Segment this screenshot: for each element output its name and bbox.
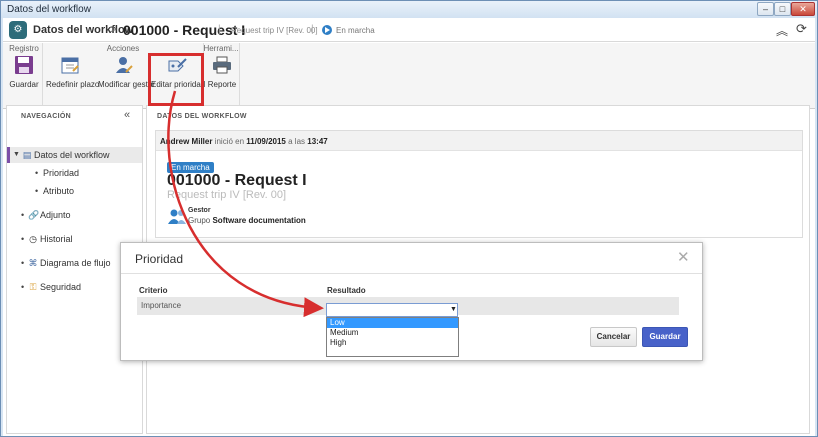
dialog-divider — [121, 273, 702, 274]
floppy-disk-icon — [15, 56, 33, 74]
report-button[interactable]: Reporte — [207, 55, 237, 105]
nav-label: Diagrama de flujo — [40, 258, 111, 268]
status-label: En marcha — [336, 26, 375, 35]
chevron-right-icon: > — [110, 22, 118, 36]
nav-label: Historial — [40, 234, 73, 244]
nav-item-workflow-data[interactable]: ▼ ▤ Datos del workflow — [7, 147, 142, 163]
nav-item-attachment[interactable]: • 🔗 Adjunto — [7, 207, 142, 223]
bullet-icon: • — [35, 168, 39, 178]
collapse-up-icon[interactable]: ︽ — [776, 22, 788, 39]
navigation-heading: NAVEGACIÓN — [21, 113, 71, 120]
group-label-registro: Registro — [9, 44, 39, 53]
select-options-list: Low Medium High — [326, 317, 459, 357]
collapse-panel-icon[interactable]: « — [124, 109, 130, 121]
record-subtitle: Request trip IV [Rev. 00] — [231, 26, 318, 35]
nav-label: Prioridad — [43, 168, 80, 178]
bullet-icon: • — [21, 258, 25, 268]
minimize-button[interactable]: – — [757, 2, 774, 16]
nav-item-attribute[interactable]: • Atributo — [7, 183, 142, 199]
started-info: Andrew Miller inició en 11/09/2015 a las… — [160, 137, 328, 146]
dialog-title: Prioridad — [135, 252, 184, 266]
record-title: 001000 - Request I — [167, 172, 307, 189]
calendar-icon — [61, 57, 79, 74]
column-header-criterio: Criterio — [139, 286, 168, 295]
option-medium[interactable]: Medium — [327, 328, 458, 338]
started-info-bar: Andrew Miller inició en 11/09/2015 a las… — [156, 131, 802, 151]
play-status-icon — [322, 25, 332, 35]
workflow-header: ⚙ Datos del workflow > 001000 - Request … — [3, 18, 815, 42]
header-divider: | — [218, 24, 221, 35]
priority-dialog: Prioridad ✕ Criterio Resultado Importanc… — [120, 242, 703, 361]
nav-label: Datos del workflow — [34, 150, 110, 160]
application-window: Datos del workflow – □ ✕ ⚙ Datos del wor… — [0, 0, 818, 437]
group-divider — [239, 43, 240, 109]
window-titlebar: Datos del workflow – □ ✕ — [1, 1, 817, 18]
started-user: Andrew Miller — [160, 137, 213, 146]
maximize-button[interactable]: □ — [774, 2, 791, 16]
nav-label: Atributo — [43, 186, 75, 196]
printer-icon — [213, 56, 231, 74]
bullet-icon: • — [21, 210, 25, 220]
save-button[interactable]: Guardar — [8, 55, 40, 105]
group-label-acciones: Acciones — [106, 44, 140, 53]
document-list-icon: ▤ — [22, 150, 32, 160]
workflow-card: Andrew Miller inició en 11/09/2015 a las… — [155, 130, 803, 238]
manager-group: Software documentation — [212, 216, 306, 225]
flowchart-icon: ⌘ — [28, 258, 38, 268]
panel-heading: DATOS DEL WORKFLOW — [157, 113, 247, 120]
key-icon: ⚿ — [29, 282, 37, 292]
save-button[interactable]: Guardar — [642, 327, 688, 347]
started-time: 13:47 — [307, 137, 328, 146]
result-select[interactable]: ▼ — [326, 303, 458, 317]
window-title: Datos del workflow — [7, 4, 91, 15]
report-label: Reporte — [207, 80, 237, 89]
option-low[interactable]: Low — [327, 318, 458, 328]
paperclip-icon: 🔗 — [28, 210, 40, 220]
refresh-icon[interactable]: ⟳ — [796, 21, 807, 37]
nav-label: Seguridad — [40, 282, 82, 292]
cancel-button[interactable]: Cancelar — [590, 327, 637, 347]
group-users-icon — [168, 209, 186, 224]
dropdown-arrow-icon[interactable]: ▼ — [450, 306, 457, 313]
redefine-deadline-button[interactable]: Redefinir plazo — [46, 55, 100, 105]
record-title: 001000 - Request I — [123, 22, 246, 38]
manager-value: Grupo Software documentation — [188, 216, 306, 225]
bullet-icon: • — [21, 282, 25, 292]
manager-prefix: Grupo — [188, 216, 211, 225]
window-client: ⚙ Datos del workflow > 001000 - Request … — [3, 18, 815, 436]
close-icon[interactable]: ✕ — [677, 248, 690, 266]
close-window-button[interactable]: ✕ — [791, 2, 815, 16]
header-title: Datos del workflow — [33, 24, 134, 36]
record-subtitle: Request trip IV [Rev. 00] — [167, 189, 287, 201]
criterion-cell: Importance — [141, 301, 182, 310]
started-date: 11/09/2015 — [246, 137, 286, 146]
user-edit-icon — [116, 57, 133, 73]
column-header-resultado: Resultado — [327, 286, 366, 295]
group-label-herramientas: Herrami... — [203, 44, 239, 53]
modify-manager-button[interactable]: Modificar gestor — [98, 55, 155, 105]
started-text: inició en — [214, 137, 245, 146]
workflow-logo-icon: ⚙ — [9, 21, 27, 39]
nav-label: Adjunto — [40, 210, 71, 220]
expand-triangle-icon[interactable]: ▼ — [13, 151, 20, 158]
toolbar-ribbon: Registro Acciones Herrami... Guardar Red… — [3, 43, 815, 109]
modify-manager-label: Modificar gestor — [98, 80, 155, 89]
started-text: a las — [288, 137, 306, 146]
history-clock-icon: ◷ — [29, 234, 37, 244]
annotation-highlight-box — [148, 53, 204, 106]
redefine-label: Redefinir plazo — [46, 80, 100, 89]
manager-label: Gestor — [188, 207, 211, 214]
bullet-icon: • — [35, 186, 39, 196]
nav-item-priority[interactable]: • Prioridad — [7, 165, 142, 181]
option-high[interactable]: High — [327, 338, 458, 348]
header-divider: | — [311, 24, 314, 35]
save-label: Guardar — [9, 80, 39, 89]
bullet-icon: • — [21, 234, 25, 244]
